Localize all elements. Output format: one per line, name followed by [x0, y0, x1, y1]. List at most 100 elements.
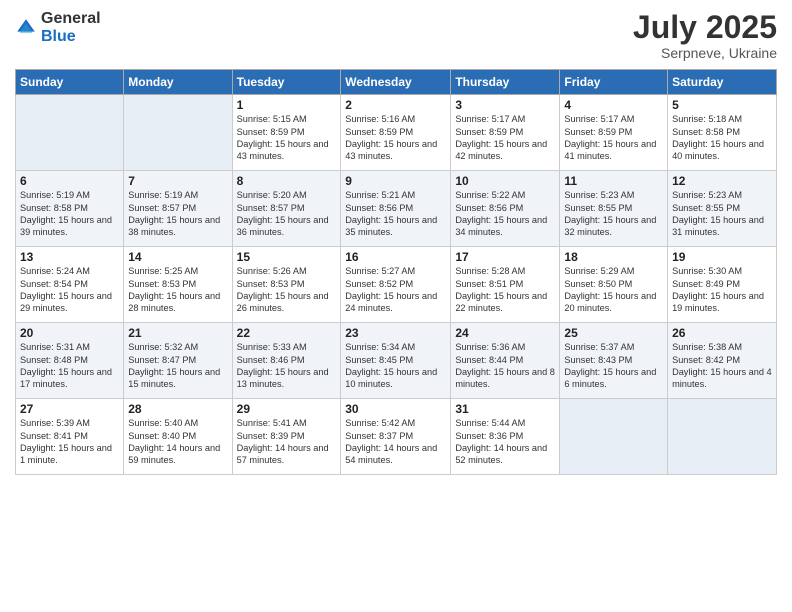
calendar-cell: 29 Sunrise: 5:41 AMSunset: 8:39 PMDaylig… — [232, 399, 341, 475]
day-number: 4 — [564, 98, 663, 112]
col-sunday: Sunday — [16, 70, 124, 95]
day-number: 22 — [237, 326, 337, 340]
day-number: 20 — [20, 326, 119, 340]
day-number: 11 — [564, 174, 663, 188]
logo-general: General — [41, 10, 101, 28]
day-number: 19 — [672, 250, 772, 264]
col-monday: Monday — [124, 70, 232, 95]
header: General Blue July 2025 Serpneve, Ukraine — [15, 10, 777, 61]
calendar-cell: 25 Sunrise: 5:37 AMSunset: 8:43 PMDaylig… — [560, 323, 668, 399]
calendar-cell — [16, 95, 124, 171]
day-number: 9 — [345, 174, 446, 188]
week-row-2: 6 Sunrise: 5:19 AMSunset: 8:58 PMDayligh… — [16, 171, 777, 247]
calendar-cell: 26 Sunrise: 5:38 AMSunset: 8:42 PMDaylig… — [668, 323, 777, 399]
day-info: Sunrise: 5:19 AMSunset: 8:58 PMDaylight:… — [20, 190, 112, 237]
day-info: Sunrise: 5:18 AMSunset: 8:58 PMDaylight:… — [672, 114, 764, 161]
calendar-cell: 8 Sunrise: 5:20 AMSunset: 8:57 PMDayligh… — [232, 171, 341, 247]
col-tuesday: Tuesday — [232, 70, 341, 95]
day-number: 25 — [564, 326, 663, 340]
day-info: Sunrise: 5:16 AMSunset: 8:59 PMDaylight:… — [345, 114, 437, 161]
day-info: Sunrise: 5:17 AMSunset: 8:59 PMDaylight:… — [564, 114, 656, 161]
calendar-cell: 5 Sunrise: 5:18 AMSunset: 8:58 PMDayligh… — [668, 95, 777, 171]
calendar-cell: 7 Sunrise: 5:19 AMSunset: 8:57 PMDayligh… — [124, 171, 232, 247]
calendar-cell: 10 Sunrise: 5:22 AMSunset: 8:56 PMDaylig… — [451, 171, 560, 247]
day-info: Sunrise: 5:33 AMSunset: 8:46 PMDaylight:… — [237, 342, 329, 389]
page: General Blue July 2025 Serpneve, Ukraine… — [0, 0, 792, 612]
day-number: 14 — [128, 250, 227, 264]
week-row-1: 1 Sunrise: 5:15 AMSunset: 8:59 PMDayligh… — [16, 95, 777, 171]
day-info: Sunrise: 5:26 AMSunset: 8:53 PMDaylight:… — [237, 266, 329, 313]
calendar-cell: 27 Sunrise: 5:39 AMSunset: 8:41 PMDaylig… — [16, 399, 124, 475]
day-number: 21 — [128, 326, 227, 340]
calendar-cell: 6 Sunrise: 5:19 AMSunset: 8:58 PMDayligh… — [16, 171, 124, 247]
calendar-cell: 2 Sunrise: 5:16 AMSunset: 8:59 PMDayligh… — [341, 95, 451, 171]
calendar-cell — [668, 399, 777, 475]
day-number: 30 — [345, 402, 446, 416]
week-row-3: 13 Sunrise: 5:24 AMSunset: 8:54 PMDaylig… — [16, 247, 777, 323]
calendar-cell: 20 Sunrise: 5:31 AMSunset: 8:48 PMDaylig… — [16, 323, 124, 399]
day-info: Sunrise: 5:40 AMSunset: 8:40 PMDaylight:… — [128, 418, 220, 465]
day-info: Sunrise: 5:32 AMSunset: 8:47 PMDaylight:… — [128, 342, 220, 389]
day-info: Sunrise: 5:29 AMSunset: 8:50 PMDaylight:… — [564, 266, 656, 313]
day-info: Sunrise: 5:24 AMSunset: 8:54 PMDaylight:… — [20, 266, 112, 313]
logo-blue: Blue — [41, 28, 101, 46]
day-info: Sunrise: 5:27 AMSunset: 8:52 PMDaylight:… — [345, 266, 437, 313]
day-number: 23 — [345, 326, 446, 340]
day-info: Sunrise: 5:15 AMSunset: 8:59 PMDaylight:… — [237, 114, 329, 161]
day-number: 31 — [455, 402, 555, 416]
day-number: 15 — [237, 250, 337, 264]
calendar-cell: 16 Sunrise: 5:27 AMSunset: 8:52 PMDaylig… — [341, 247, 451, 323]
day-number: 10 — [455, 174, 555, 188]
day-info: Sunrise: 5:39 AMSunset: 8:41 PMDaylight:… — [20, 418, 112, 465]
calendar-cell — [124, 95, 232, 171]
day-number: 5 — [672, 98, 772, 112]
calendar-cell: 18 Sunrise: 5:29 AMSunset: 8:50 PMDaylig… — [560, 247, 668, 323]
day-info: Sunrise: 5:21 AMSunset: 8:56 PMDaylight:… — [345, 190, 437, 237]
calendar-table: Sunday Monday Tuesday Wednesday Thursday… — [15, 69, 777, 475]
calendar-cell: 31 Sunrise: 5:44 AMSunset: 8:36 PMDaylig… — [451, 399, 560, 475]
day-info: Sunrise: 5:23 AMSunset: 8:55 PMDaylight:… — [564, 190, 656, 237]
calendar-cell: 15 Sunrise: 5:26 AMSunset: 8:53 PMDaylig… — [232, 247, 341, 323]
day-number: 13 — [20, 250, 119, 264]
week-row-4: 20 Sunrise: 5:31 AMSunset: 8:48 PMDaylig… — [16, 323, 777, 399]
title-block: July 2025 Serpneve, Ukraine — [633, 10, 777, 61]
day-info: Sunrise: 5:37 AMSunset: 8:43 PMDaylight:… — [564, 342, 656, 389]
calendar-cell: 11 Sunrise: 5:23 AMSunset: 8:55 PMDaylig… — [560, 171, 668, 247]
calendar-cell: 9 Sunrise: 5:21 AMSunset: 8:56 PMDayligh… — [341, 171, 451, 247]
col-saturday: Saturday — [668, 70, 777, 95]
calendar-cell: 13 Sunrise: 5:24 AMSunset: 8:54 PMDaylig… — [16, 247, 124, 323]
day-info: Sunrise: 5:36 AMSunset: 8:44 PMDaylight:… — [455, 342, 555, 389]
day-info: Sunrise: 5:17 AMSunset: 8:59 PMDaylight:… — [455, 114, 547, 161]
day-number: 27 — [20, 402, 119, 416]
calendar-cell: 21 Sunrise: 5:32 AMSunset: 8:47 PMDaylig… — [124, 323, 232, 399]
col-friday: Friday — [560, 70, 668, 95]
day-number: 6 — [20, 174, 119, 188]
day-number: 28 — [128, 402, 227, 416]
calendar-cell: 28 Sunrise: 5:40 AMSunset: 8:40 PMDaylig… — [124, 399, 232, 475]
day-info: Sunrise: 5:38 AMSunset: 8:42 PMDaylight:… — [672, 342, 772, 389]
day-number: 12 — [672, 174, 772, 188]
day-info: Sunrise: 5:41 AMSunset: 8:39 PMDaylight:… — [237, 418, 329, 465]
day-number: 26 — [672, 326, 772, 340]
main-title: July 2025 — [633, 10, 777, 45]
calendar-cell: 23 Sunrise: 5:34 AMSunset: 8:45 PMDaylig… — [341, 323, 451, 399]
week-row-5: 27 Sunrise: 5:39 AMSunset: 8:41 PMDaylig… — [16, 399, 777, 475]
logo: General Blue — [15, 10, 101, 46]
calendar-cell: 19 Sunrise: 5:30 AMSunset: 8:49 PMDaylig… — [668, 247, 777, 323]
day-number: 2 — [345, 98, 446, 112]
day-number: 29 — [237, 402, 337, 416]
day-info: Sunrise: 5:28 AMSunset: 8:51 PMDaylight:… — [455, 266, 547, 313]
col-wednesday: Wednesday — [341, 70, 451, 95]
day-number: 16 — [345, 250, 446, 264]
day-number: 7 — [128, 174, 227, 188]
day-info: Sunrise: 5:23 AMSunset: 8:55 PMDaylight:… — [672, 190, 764, 237]
calendar-cell: 12 Sunrise: 5:23 AMSunset: 8:55 PMDaylig… — [668, 171, 777, 247]
day-info: Sunrise: 5:44 AMSunset: 8:36 PMDaylight:… — [455, 418, 547, 465]
calendar-cell: 22 Sunrise: 5:33 AMSunset: 8:46 PMDaylig… — [232, 323, 341, 399]
day-number: 24 — [455, 326, 555, 340]
calendar-cell: 17 Sunrise: 5:28 AMSunset: 8:51 PMDaylig… — [451, 247, 560, 323]
calendar-cell: 14 Sunrise: 5:25 AMSunset: 8:53 PMDaylig… — [124, 247, 232, 323]
day-number: 17 — [455, 250, 555, 264]
logo-icon — [15, 17, 37, 39]
calendar-cell: 24 Sunrise: 5:36 AMSunset: 8:44 PMDaylig… — [451, 323, 560, 399]
